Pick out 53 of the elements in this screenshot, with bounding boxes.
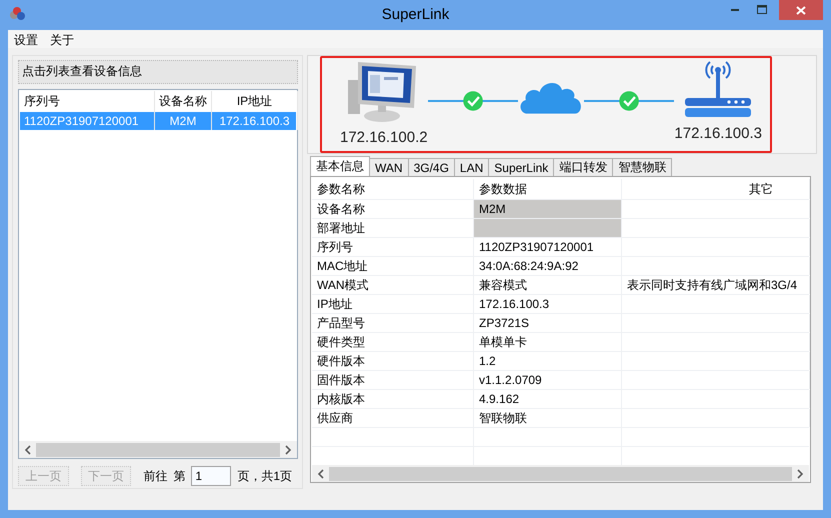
table-cell: 单模单卡 <box>474 333 622 351</box>
page-input[interactable]: 1 <box>191 466 232 486</box>
table-cell: 硬件版本 <box>312 352 474 370</box>
column-header[interactable]: 其它 <box>622 179 810 199</box>
page-count: 页，共1页 <box>237 468 292 485</box>
tab[interactable]: 基本信息 <box>310 156 370 176</box>
table-cell: 供应商 <box>312 409 474 427</box>
table-cell: 4.9.162 <box>474 390 622 408</box>
app-icon <box>8 6 26 22</box>
ip-label: 172.16.100.3 <box>674 125 762 142</box>
window-title: SuperLink <box>382 6 450 23</box>
table-cell: 智联物联 <box>474 409 622 427</box>
value-field[interactable]: M2M <box>474 200 622 218</box>
table-cell: 固件版本 <box>312 371 474 389</box>
table-cell: 产品型号 <box>312 314 474 332</box>
close-icon <box>796 6 806 14</box>
close-button[interactable] <box>779 0 823 20</box>
scrollbar-thumb[interactable] <box>36 442 280 457</box>
tab[interactable]: 智慧物联 <box>612 158 672 176</box>
tab[interactable]: LAN <box>454 158 490 176</box>
table-cell: 172.16.100.3 <box>212 112 298 130</box>
table-cell: 表示同时支持有线广域网和3G/4 <box>622 276 810 294</box>
menu-item[interactable]: 设置 <box>14 32 38 48</box>
column-header[interactable]: 参数名称 <box>312 179 474 199</box>
maximize-icon <box>756 5 768 15</box>
table-cell: MAC地址 <box>312 257 474 275</box>
table-cell: 1120ZP31907120001 <box>474 238 622 256</box>
page-label: 第 <box>173 468 186 485</box>
table-cell: 内核版本 <box>312 390 474 408</box>
tab[interactable]: 3G/4G <box>408 158 455 176</box>
table-cell: 兼容模式 <box>474 276 622 294</box>
goto-label: 前往 <box>143 468 168 485</box>
table-cell: 1120ZP31907120001 <box>20 112 155 130</box>
tab[interactable]: 端口转发 <box>553 158 614 176</box>
tab[interactable]: WAN <box>369 158 409 176</box>
panel-title: 点击列表查看设备信息 <box>18 60 298 84</box>
minimize-icon <box>731 8 741 12</box>
table-cell: 序列号 <box>312 238 474 256</box>
table-cell: 172.16.100.3 <box>474 295 622 313</box>
value-field[interactable] <box>474 219 622 237</box>
menu-item[interactable]: 关于 <box>50 32 74 48</box>
column-header[interactable]: 参数数据 <box>474 179 622 199</box>
table-cell: WAN模式 <box>312 276 474 294</box>
table-cell: IP地址 <box>312 295 474 313</box>
scrollbar-thumb[interactable] <box>329 466 792 480</box>
table-cell: ZP3721S <box>474 314 622 332</box>
ip-label: 172.16.100.2 <box>340 129 428 146</box>
table-cell: 1.2 <box>474 352 622 370</box>
table-cell: M2M <box>155 112 212 130</box>
table-cell: 34:0A:68:24:9A:92 <box>474 257 622 275</box>
tab[interactable]: SuperLink <box>488 158 554 176</box>
table-cell: 硬件类型 <box>312 333 474 351</box>
table-cell: v1.1.2.0709 <box>474 371 622 389</box>
